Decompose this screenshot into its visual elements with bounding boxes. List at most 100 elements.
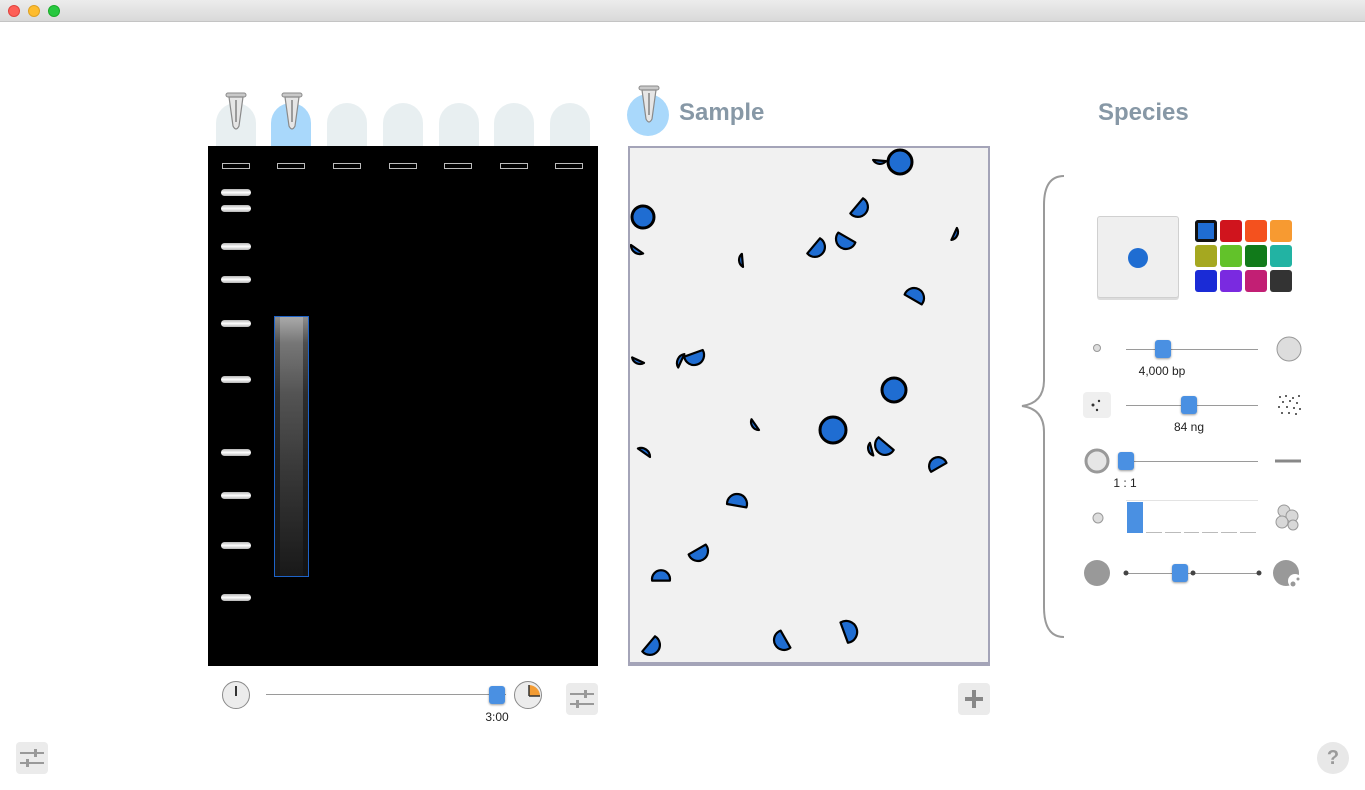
color-swatch[interactable]: [1195, 270, 1217, 292]
sample-view[interactable]: [628, 146, 990, 666]
gel-well: [333, 163, 361, 169]
amount-label: 84 ng: [1173, 420, 1205, 434]
sample-title: Sample: [679, 99, 765, 126]
size-slider-track[interactable]: [1126, 349, 1258, 350]
app-settings-button[interactable]: [16, 742, 48, 774]
sliders-icon: [20, 749, 44, 767]
dna-molecule: [725, 492, 749, 509]
dna-molecule: [806, 237, 826, 258]
color-swatch[interactable]: [1195, 245, 1217, 267]
gel-well: [500, 163, 528, 169]
dna-molecule: [650, 569, 672, 582]
tube-icon[interactable]: [225, 92, 247, 134]
dna-molecule: [683, 348, 706, 367]
color-swatch[interactable]: [1270, 270, 1292, 292]
dna-molecule: [630, 204, 656, 230]
help-button[interactable]: ?: [1317, 742, 1349, 774]
size-label: 4,000 bp: [1138, 364, 1186, 378]
species-preview: [1097, 216, 1179, 298]
dna-molecule: [872, 158, 888, 166]
brace-icon: [1021, 175, 1065, 638]
tube-icon[interactable]: [281, 92, 303, 134]
dna-molecule: [903, 286, 926, 306]
single-blob-icon: [1092, 512, 1104, 524]
close-window-button[interactable]: [8, 5, 20, 17]
color-swatch[interactable]: [1270, 220, 1292, 242]
size-slider-thumb[interactable]: [1155, 340, 1171, 358]
ladder-band: [221, 594, 251, 601]
window-titlebar: [0, 0, 1365, 22]
timer-slider-track[interactable]: [266, 694, 506, 695]
ladder-band: [221, 205, 251, 212]
zoom-window-button[interactable]: [48, 5, 60, 17]
dna-molecule: [928, 456, 948, 473]
small-molecule-icon: [1093, 344, 1101, 352]
dna-smear[interactable]: [274, 316, 309, 577]
dense-dots-icon: [1278, 395, 1301, 415]
gel-settings-button[interactable]: [566, 683, 598, 715]
ratio-slider-track[interactable]: [1126, 461, 1258, 462]
color-swatch[interactable]: [1245, 220, 1267, 242]
dna-molecule: [737, 252, 745, 268]
tube-icon: [638, 85, 660, 123]
timer-end-icon: [514, 681, 542, 709]
linear-molecule-icon: [1275, 459, 1301, 463]
species-preview-dot: [1128, 248, 1148, 268]
ladder-band: [221, 243, 251, 250]
dna-molecule: [886, 148, 914, 176]
shape-slider-thumb[interactable]: [1172, 564, 1188, 582]
color-swatch[interactable]: [1220, 270, 1242, 292]
lane-tab-3[interactable]: [327, 103, 367, 147]
amount-slider-thumb[interactable]: [1181, 396, 1197, 414]
lane-tab-7[interactable]: [550, 103, 590, 147]
slider-tick-marks: [1123, 570, 1262, 576]
add-sample-button[interactable]: [958, 683, 990, 715]
lane-tab-4[interactable]: [383, 103, 423, 147]
shape-bar-step[interactable]: [1145, 532, 1162, 533]
gel-well: [222, 163, 250, 169]
lane-tab-6[interactable]: [494, 103, 534, 147]
sparse-dots-icon: [1083, 392, 1111, 418]
dna-molecule: [880, 376, 908, 404]
dna-molecule: [818, 415, 848, 445]
dna-molecule: [631, 356, 646, 366]
large-molecule-icon: [1276, 336, 1302, 362]
solid-circle-icon: [1084, 560, 1110, 586]
ladder-band: [221, 542, 251, 549]
gel-well: [277, 163, 305, 169]
fragmented-circle-icon: [1273, 560, 1302, 588]
ratio-slider-thumb[interactable]: [1118, 452, 1134, 470]
dna-molecule: [950, 226, 960, 241]
color-swatch[interactable]: [1270, 245, 1292, 267]
clustered-blob-icon: [1275, 504, 1299, 531]
dna-molecule: [749, 418, 761, 432]
color-swatch[interactable]: [1245, 270, 1267, 292]
shape-bar[interactable]: [1126, 500, 1258, 534]
gel-image: [208, 146, 598, 666]
shape-bar-step[interactable]: [1202, 532, 1219, 533]
dna-molecule: [630, 243, 645, 256]
shape-bar-step[interactable]: [1127, 502, 1143, 533]
minimize-window-button[interactable]: [28, 5, 40, 17]
color-swatch[interactable]: [1245, 245, 1267, 267]
shape-bar-step[interactable]: [1221, 532, 1238, 533]
shape-bar-step[interactable]: [1183, 532, 1200, 533]
dna-molecule: [849, 197, 869, 218]
gel-well: [444, 163, 472, 169]
color-swatch[interactable]: [1220, 245, 1242, 267]
dna-molecule: [641, 635, 661, 656]
ladder-band: [221, 376, 251, 383]
dna-molecule: [839, 619, 859, 644]
shape-bar-step[interactable]: [1240, 532, 1256, 533]
shape-bar-step[interactable]: [1164, 532, 1181, 533]
ring-molecule-icon: [1084, 448, 1110, 474]
lane-tab-5[interactable]: [439, 103, 479, 147]
color-swatch[interactable]: [1195, 220, 1217, 242]
timer-slider-thumb[interactable]: [489, 686, 505, 704]
dna-molecule: [636, 446, 652, 459]
color-swatch[interactable]: [1220, 220, 1242, 242]
ladder-band: [221, 189, 251, 196]
species-title: Species: [1098, 99, 1189, 126]
ladder-band: [221, 449, 251, 456]
sliders-icon: [570, 690, 594, 708]
